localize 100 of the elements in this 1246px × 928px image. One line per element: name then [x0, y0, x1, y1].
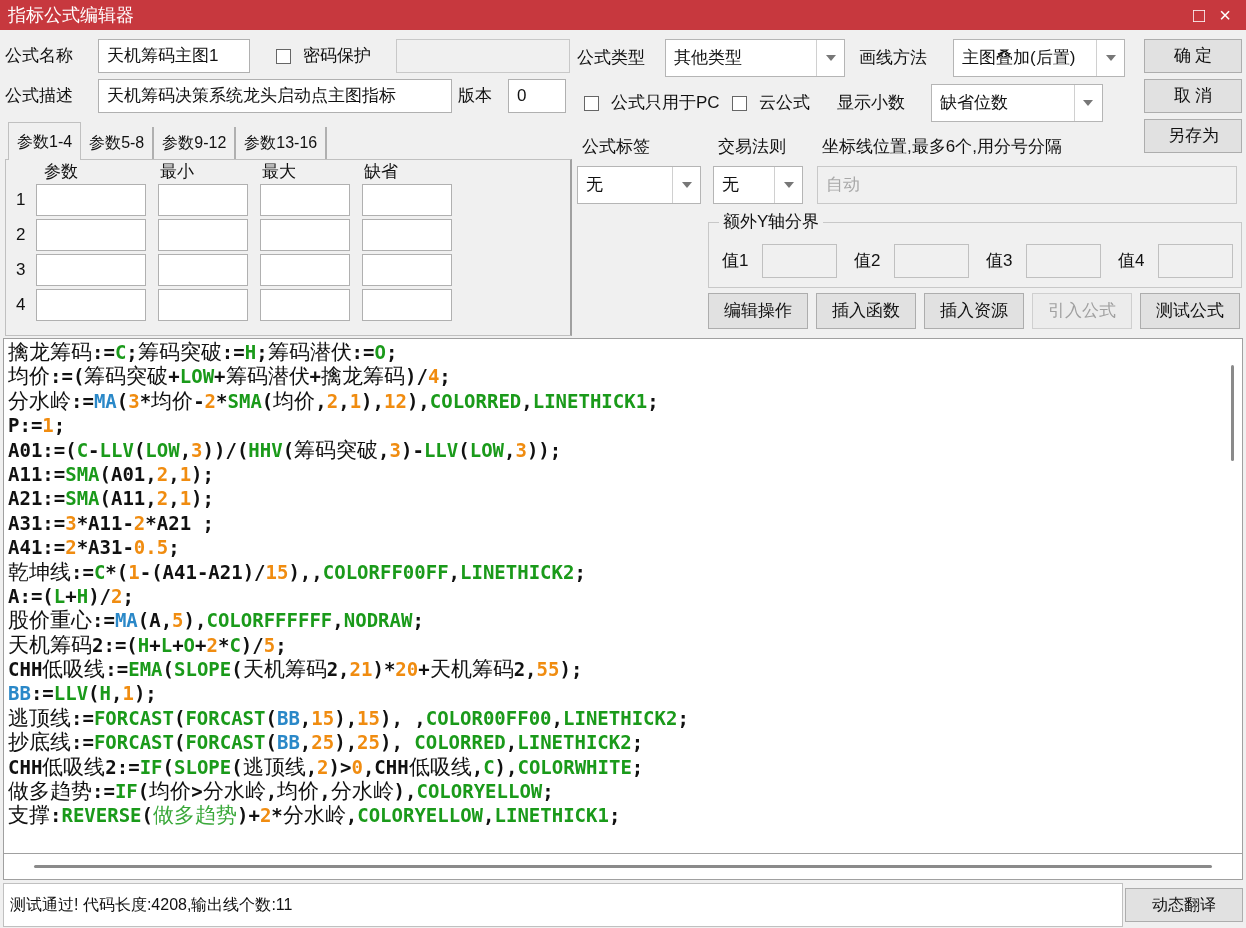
input-field[interactable] [158, 288, 248, 321]
button[interactable]: 插入函数 [816, 293, 916, 329]
input-field[interactable] [260, 218, 350, 251]
input-field[interactable] [362, 253, 452, 286]
field-label: 公式标签 [582, 135, 651, 158]
checkbox[interactable] [731, 95, 747, 111]
input-field[interactable] [362, 218, 452, 251]
field-label: 公式类型 [577, 47, 646, 70]
input-field[interactable] [1158, 244, 1233, 278]
dropdown[interactable]: 其他类型 [665, 39, 845, 77]
button[interactable]: 取 消 [1144, 79, 1242, 113]
code-line[interactable]: CHH低吸线:=EMA(SLOPE(天机筹码2,21)*20+天机筹码2,55); [8, 657, 1222, 682]
checkbox-label: 云公式 [758, 92, 811, 115]
input-field[interactable] [260, 183, 350, 216]
button[interactable]: 测试公式 [1140, 293, 1240, 329]
dropdown-value: 无 [721, 174, 740, 197]
field-label: 版本 [458, 85, 493, 108]
checkbox-label: 公式只用于PC [611, 92, 720, 115]
input-field[interactable] [36, 288, 146, 321]
code-line[interactable]: 分水岭:=MA(3*均价-2*SMA(均价,2,1),12),COLORRED,LINETHICK1; [8, 388, 1222, 414]
code-line[interactable]: A11:=SMA(A01,2,1); [8, 461, 1222, 487]
code-line[interactable]: 股价重心:=MA(A,5),COLORFFFFFF,NODRAW; [8, 608, 1222, 633]
code-line[interactable]: 做多趋势:=IF(均价>分水岭,均价,分水岭),COLORYELLOW; [8, 779, 1222, 804]
code-line[interactable]: CHH低吸线2:=IF(SLOPE(逃顶线,2)>0,CHH低吸线,C),COLORWHITE; [8, 754, 1222, 780]
input-field[interactable]: 0 [508, 79, 566, 113]
dropdown[interactable]: 缺省位数 [930, 84, 1103, 122]
input-field[interactable] [158, 183, 248, 216]
column-header: 参数 [44, 162, 78, 181]
column-header: 最大 [262, 162, 296, 181]
button[interactable]: 动态翻译 [1125, 888, 1243, 922]
code-line[interactable]: P:=1; [8, 413, 1222, 438]
checkbox[interactable] [584, 95, 599, 111]
input-field[interactable]: 天机筹码主图1 [98, 39, 250, 73]
code-line[interactable]: A31:=3*A11-2*A21 ; [8, 510, 1222, 536]
code-line[interactable]: 天机筹码2:=(H+L+O+2*C)/5; [8, 632, 1222, 658]
caret-icon [825, 55, 836, 61]
input-field[interactable] [36, 218, 146, 251]
input-field[interactable] [158, 253, 248, 286]
field-label: 坐标线位置,最多6个,用分号分隔 [822, 135, 1062, 158]
dropdown-value: 主图叠加(后置) [961, 47, 1077, 70]
button[interactable]: 编辑操作 [708, 293, 808, 329]
code-line[interactable]: BB:=LLV(H,1); [8, 681, 1222, 706]
input-field[interactable] [1026, 244, 1101, 278]
code-line[interactable]: A01:=(C-LLV(LOW,3))/(HHV(筹码突破,3)-LLV(LOW,3)); [8, 437, 1222, 462]
input-field[interactable] [362, 183, 452, 216]
code-line[interactable]: 抄底线:=FORCAST(FORCAST(BB,25),25), COLORRED,LINETHICK2; [8, 730, 1222, 755]
input-field[interactable] [158, 218, 248, 251]
code-line[interactable]: 均价:=(筹码突破+LOW+筹码潜伏+擒龙筹码)/4; [8, 364, 1222, 389]
group-title: 额外Y轴分界 [719, 211, 824, 233]
input-field[interactable] [36, 253, 146, 286]
input-field[interactable] [260, 288, 350, 321]
dropdown[interactable]: 无 [713, 166, 803, 204]
code-line[interactable]: A:=(L+H)/2; [8, 583, 1222, 609]
field-label: 画线方法 [859, 47, 928, 70]
caret-icon [1083, 100, 1094, 106]
column-header: 最小 [160, 162, 194, 181]
dropdown[interactable]: 主图叠加(后置) [953, 39, 1125, 77]
field-label: 值1 [722, 250, 750, 273]
password-field[interactable] [396, 39, 570, 73]
row-number: 4 [15, 293, 27, 316]
field-label: 值4 [1118, 250, 1146, 273]
code-line[interactable]: 擒龙筹码:=C;筹码突破:=H;筹码潜伏:=O; [8, 340, 1222, 365]
dropdown[interactable]: 无 [577, 166, 701, 204]
field-label: 公式描述 [5, 85, 74, 108]
code-editor[interactable] [3, 338, 1243, 854]
maximize-button[interactable]: □ [1186, 0, 1212, 30]
code-line[interactable]: 逃顶线:=FORCAST(FORCAST(BB,15),15), ,COLOR00FF00,LINETHICK2; [8, 705, 1222, 731]
input-field[interactable] [362, 288, 452, 321]
caret-icon [1105, 55, 1116, 61]
code-line[interactable]: 乾坤线:=C*(1-(A41-A21)/15),,COLORFF00FF,LINETHICK2; [8, 559, 1222, 584]
field-label: 显示小数 [836, 92, 906, 115]
button[interactable]: 插入资源 [924, 293, 1024, 329]
row-number: 2 [15, 223, 27, 246]
column-header: 缺省 [364, 162, 398, 181]
code-line[interactable]: 支撑:REVERSE(做多趋势)+2*分水岭,COLORYELLOW,LINETHICK1; [8, 803, 1222, 828]
field-label: 公式名称 [5, 45, 74, 68]
input-field[interactable] [36, 183, 146, 216]
close-button[interactable]: × [1212, 0, 1238, 30]
window-title: 指标公式编辑器 [8, 3, 135, 27]
scrollbar-thumb[interactable] [1230, 365, 1234, 461]
dropdown-value: 缺省位数 [938, 92, 1009, 115]
caret-icon [681, 182, 692, 188]
code-line[interactable]: A41:=2*A31-0.5; [8, 535, 1222, 560]
code-line[interactable]: A21:=SMA(A11,2,1); [8, 486, 1222, 511]
checkbox-label: 密码保护 [303, 45, 371, 68]
input-field[interactable]: 天机筹码决策系统龙头启动点主图指标 [98, 79, 452, 113]
button[interactable]: 另存为 [1144, 119, 1242, 153]
row-number: 3 [15, 258, 27, 281]
input-field[interactable] [894, 244, 969, 278]
button[interactable]: 确 定 [1144, 39, 1242, 73]
tab[interactable]: 参数1-4 [8, 122, 82, 160]
input-field[interactable] [762, 244, 837, 278]
dropdown-value: 无 [585, 174, 604, 197]
input-field[interactable] [260, 253, 350, 286]
row-number: 1 [15, 188, 27, 211]
caret-icon [783, 182, 794, 188]
status-message: 测试通过! 代码长度:4208,输出线个数:11 [3, 883, 1123, 927]
checkbox[interactable] [276, 48, 291, 64]
scrollbar-thumb[interactable] [34, 865, 1212, 868]
dropdown-value: 其他类型 [673, 47, 743, 70]
